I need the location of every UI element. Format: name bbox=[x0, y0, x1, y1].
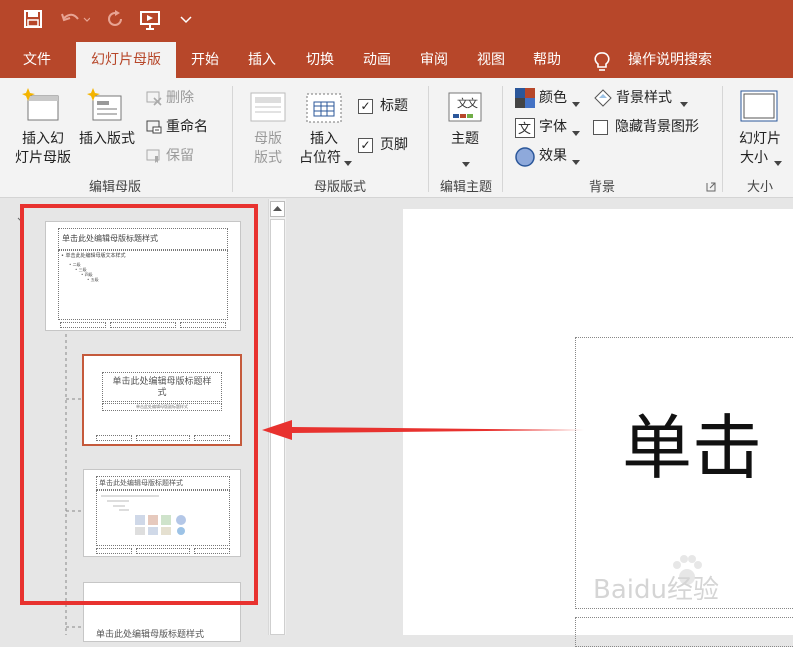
tell-me-search[interactable]: 操作说明搜索 bbox=[620, 42, 720, 78]
slide-size-label-2[interactable]: 大小 bbox=[732, 149, 776, 168]
themes-icon[interactable]: 文文 bbox=[448, 92, 482, 128]
master-layout-icon[interactable] bbox=[250, 92, 286, 128]
delete-button[interactable]: 删除 bbox=[166, 89, 200, 108]
rename-icon[interactable] bbox=[146, 119, 162, 139]
tab-help[interactable]: 帮助 bbox=[524, 42, 570, 78]
tab-slide-master[interactable]: 幻灯片母版 bbox=[76, 42, 176, 78]
dialog-launcher-icon[interactable] bbox=[706, 180, 716, 196]
highlight-box bbox=[20, 204, 258, 605]
background-styles-icon[interactable] bbox=[593, 88, 613, 112]
chevron-down-icon[interactable] bbox=[572, 154, 580, 170]
tab-view[interactable]: 视图 bbox=[468, 42, 514, 78]
tab-file[interactable]: 文件 bbox=[14, 42, 60, 78]
svg-text:文: 文 bbox=[467, 96, 478, 110]
title-checkbox-label[interactable]: 标题 bbox=[380, 97, 416, 116]
slide-size-icon[interactable] bbox=[740, 90, 780, 128]
tab-animations[interactable]: 动画 bbox=[354, 42, 400, 78]
title-bar bbox=[0, 0, 793, 42]
footer-checkbox-label[interactable]: 页脚 bbox=[380, 136, 416, 155]
master-layout-label-1[interactable]: 母版 bbox=[246, 130, 290, 149]
save-icon[interactable] bbox=[24, 10, 42, 32]
watermark-text: Baidu经验 bbox=[593, 575, 719, 605]
edit-theme-group-label: 编辑主题 bbox=[439, 180, 492, 195]
svg-text:文: 文 bbox=[518, 122, 531, 137]
tab-review[interactable]: 审阅 bbox=[411, 42, 457, 78]
background-group-label: 背景 bbox=[588, 180, 615, 195]
insert-slide-master-icon[interactable] bbox=[22, 88, 62, 128]
footer-checkbox[interactable]: ✓ bbox=[358, 138, 373, 153]
themes-button[interactable]: 主题 bbox=[440, 130, 490, 149]
ribbon-separator bbox=[232, 86, 233, 192]
scroll-up-button[interactable] bbox=[270, 201, 285, 217]
lightbulb-icon bbox=[594, 52, 610, 76]
fonts-icon[interactable]: 文 bbox=[515, 118, 535, 142]
tab-transitions[interactable]: 切换 bbox=[297, 42, 343, 78]
insert-layout-icon[interactable] bbox=[87, 88, 127, 128]
layout3-title: 单击此处编辑母版标题样式 bbox=[96, 630, 205, 640]
ribbon-separator bbox=[722, 86, 723, 192]
ribbon-separator bbox=[428, 86, 429, 192]
customize-toolbar-icon[interactable] bbox=[180, 10, 192, 29]
present-from-start-icon[interactable] bbox=[140, 10, 162, 34]
edit-master-group-label: 编辑母版 bbox=[88, 180, 141, 195]
chevron-down-icon[interactable] bbox=[572, 96, 580, 112]
insert-placeholder-label-1[interactable]: 插入 bbox=[300, 130, 348, 149]
ribbon-separator bbox=[502, 86, 503, 192]
tab-home[interactable]: 开始 bbox=[182, 42, 228, 78]
master-layout-label-2[interactable]: 版式 bbox=[246, 149, 290, 168]
slide-title-text[interactable]: 单击 bbox=[622, 408, 762, 488]
annotation-arrow bbox=[262, 420, 584, 440]
delete-icon[interactable] bbox=[146, 90, 162, 110]
effects-icon[interactable] bbox=[515, 147, 535, 171]
preserve-icon[interactable] bbox=[146, 148, 162, 168]
preserve-button[interactable]: 保留 bbox=[166, 147, 200, 166]
chevron-down-icon[interactable] bbox=[462, 156, 470, 172]
ribbon-tabs: 文件 幻灯片母版 开始 插入 切换 动画 审阅 视图 帮助 操作说明搜索 bbox=[0, 42, 793, 78]
hide-background-graphics-checkbox[interactable] bbox=[593, 120, 608, 135]
rename-button[interactable]: 重命名 bbox=[166, 118, 216, 137]
insert-slide-master-label-1[interactable]: 插入幻 bbox=[12, 130, 74, 149]
master-layout-group-label: 母版版式 bbox=[313, 180, 366, 195]
insert-placeholder-icon[interactable] bbox=[306, 88, 342, 128]
hide-background-graphics-label[interactable]: 隐藏背景图形 bbox=[615, 118, 711, 137]
redo-icon[interactable] bbox=[106, 10, 124, 32]
title-checkbox[interactable]: ✓ bbox=[358, 99, 373, 114]
slide-size-label-1[interactable]: 幻灯片 bbox=[732, 130, 788, 149]
insert-layout-button[interactable]: 插入版式 bbox=[74, 130, 140, 149]
chevron-down-icon[interactable] bbox=[680, 96, 688, 112]
colors-icon[interactable] bbox=[515, 88, 535, 112]
insert-slide-master-label-2[interactable]: 灯片母版 bbox=[8, 149, 78, 168]
chevron-down-icon[interactable] bbox=[774, 155, 782, 171]
size-group-label: 大小 bbox=[746, 180, 773, 195]
ribbon: 插入幻 灯片母版 插入版式 删除 重命名 保留 编辑母版 母版 版式 插入 占位… bbox=[0, 78, 793, 198]
undo-icon[interactable] bbox=[60, 10, 91, 32]
background-styles-button[interactable]: 背景样式 bbox=[616, 89, 686, 108]
slide-subtitle-placeholder[interactable] bbox=[575, 617, 793, 647]
watermark: Baidu经验 bbox=[593, 555, 783, 607]
thumbnail-scrollbar[interactable] bbox=[268, 199, 286, 635]
chevron-down-icon[interactable] bbox=[344, 155, 352, 171]
tab-insert[interactable]: 插入 bbox=[239, 42, 285, 78]
insert-placeholder-label-2[interactable]: 占位符 bbox=[294, 149, 346, 168]
chevron-down-icon[interactable] bbox=[572, 125, 580, 141]
thumbnail-pane[interactable]: 单击此处编辑母版标题样式 • 单击此处编辑母版文本样式 • 二级 • 三级 • … bbox=[0, 199, 268, 642]
